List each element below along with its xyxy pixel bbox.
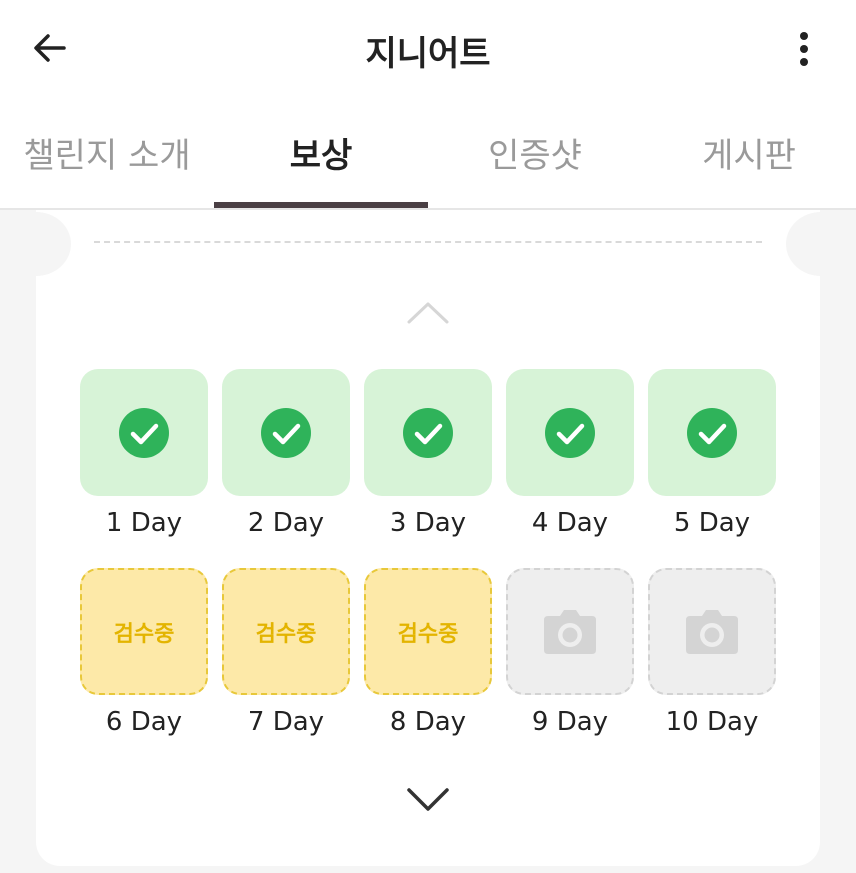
day-item: 3 Day [364, 369, 492, 538]
day-item: 9 Day [506, 568, 634, 737]
review-status-text: 검수중 [397, 621, 459, 647]
active-tab-indicator [214, 202, 428, 208]
day-label: 9 Day [531, 707, 609, 737]
day-tile-review[interactable]: 검수중 [80, 568, 208, 695]
day-tile-done[interactable] [364, 369, 492, 496]
check-circle-icon [119, 407, 169, 458]
more-vertical-icon[interactable] [786, 28, 822, 68]
check-circle-icon [545, 407, 595, 458]
day-tile-review[interactable]: 검수중 [364, 568, 492, 695]
day-item: 1 Day [80, 369, 208, 538]
chevron-up-icon[interactable] [405, 298, 451, 326]
day-label: 8 Day [389, 707, 467, 737]
tab-bar: 챌린지 소개 보상 인증샷 게시판 [0, 96, 856, 210]
review-status-text: 검수중 [113, 621, 175, 647]
day-label: 2 Day [247, 508, 325, 538]
day-item: 5 Day [648, 369, 776, 538]
day-tile-upload[interactable] [648, 568, 776, 695]
chevron-down-icon[interactable] [405, 784, 451, 814]
camera-icon [544, 609, 596, 654]
review-status-text: 검수중 [255, 621, 317, 647]
day-label: 1 Day [105, 508, 183, 538]
day-item: 검수중 6 Day [80, 568, 208, 737]
day-item: 10 Day [648, 568, 776, 737]
day-label: 3 Day [389, 508, 467, 538]
check-circle-icon [261, 407, 311, 458]
tab-reward[interactable]: 보상 [214, 96, 428, 208]
day-label: 5 Day [673, 508, 751, 538]
day-tile-done[interactable] [222, 369, 350, 496]
day-item: 4 Day [506, 369, 634, 538]
arrow-left-icon[interactable] [30, 28, 70, 68]
app-header: 지니어트 [0, 0, 856, 96]
tab-challenge-intro[interactable]: 챌린지 소개 [0, 96, 214, 208]
day-item: 2 Day [222, 369, 350, 538]
tab-board[interactable]: 게시판 [642, 96, 856, 208]
day-tile-review[interactable]: 검수중 [222, 568, 350, 695]
check-circle-icon [403, 407, 453, 458]
day-label: 7 Day [247, 707, 325, 737]
day-tile-done[interactable] [506, 369, 634, 496]
tab-proof-shot[interactable]: 인증샷 [428, 96, 642, 208]
day-tile-upload[interactable] [506, 568, 634, 695]
day-label: 6 Day [105, 707, 183, 737]
day-label: 4 Day [531, 508, 609, 538]
day-item: 검수중 8 Day [364, 568, 492, 737]
day-label: 10 Day [665, 707, 759, 737]
ticket-notch-left [1, 212, 71, 276]
page-title: 지니어트 [365, 34, 491, 74]
day-tile-done[interactable] [648, 369, 776, 496]
camera-icon [686, 609, 738, 654]
ticket-notch-right [786, 212, 856, 276]
dashed-divider [94, 241, 762, 243]
day-item: 검수중 7 Day [222, 568, 350, 737]
check-circle-icon [687, 407, 737, 458]
day-tile-done[interactable] [80, 369, 208, 496]
